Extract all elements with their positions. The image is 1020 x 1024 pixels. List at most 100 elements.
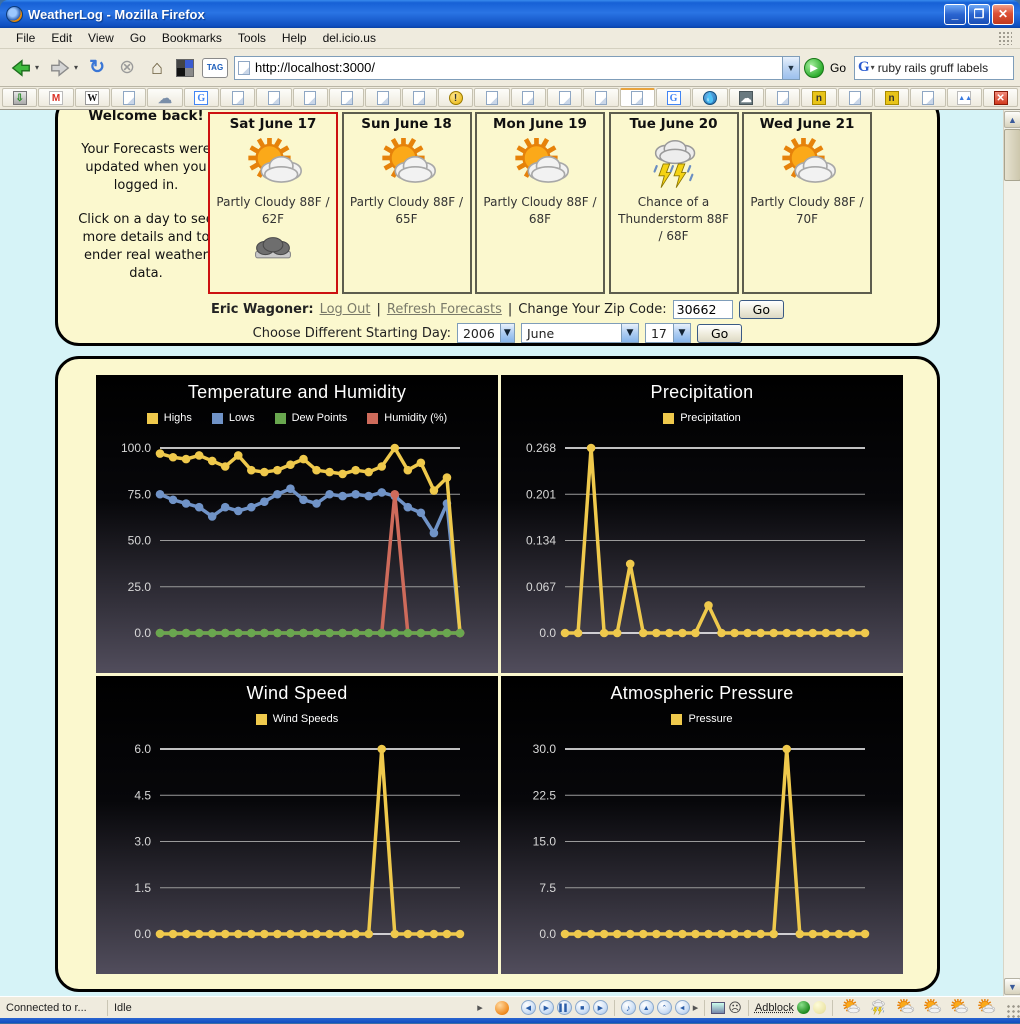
forward-button[interactable]: ▾ — [45, 53, 80, 83]
resize-grip[interactable] — [1006, 1004, 1020, 1018]
month-select[interactable]: June▼ — [521, 323, 639, 343]
bookmark-printer-icon[interactable]: ⇩ — [2, 88, 37, 107]
day-card-mon[interactable]: Mon June 19 Partly Cloudy 88F / 68F — [475, 112, 605, 294]
title-bar[interactable]: WeatherLog - Mozilla Firefox _ ❐ ✕ — [0, 0, 1020, 28]
bookmark-page-icon[interactable] — [329, 88, 364, 107]
bookmark-mountain-icon[interactable]: ▲▲ — [947, 88, 982, 107]
stop-icon[interactable]: ■ — [575, 1000, 590, 1015]
refresh-forecasts-link[interactable]: Refresh Forecasts — [387, 302, 502, 317]
partly-cloudy-mini-icon[interactable] — [920, 999, 944, 1016]
address-bar[interactable]: http://localhost:3000/ ▼ — [234, 56, 800, 80]
forward-dropdown-icon[interactable]: ▾ — [74, 63, 78, 72]
eject-icon[interactable]: ▲ — [639, 1000, 654, 1015]
bookmark-page-icon[interactable] — [583, 88, 618, 107]
back-dropdown-icon[interactable]: ▾ — [35, 63, 39, 72]
partly-cloudy-mini-icon[interactable] — [839, 999, 863, 1016]
bookmark-active-icon[interactable] — [620, 88, 655, 107]
bookmark-cloudgray-icon[interactable]: ☁ — [729, 88, 764, 107]
zip-go-button[interactable]: Go — [739, 300, 784, 319]
bookmark-wikipedia-icon[interactable]: W — [75, 88, 110, 107]
scrollbar-thumb[interactable] — [1004, 129, 1020, 181]
menu-help[interactable]: Help — [274, 29, 315, 47]
go-button[interactable]: Go — [830, 61, 846, 75]
bookmark-google-icon[interactable]: G — [656, 88, 691, 107]
bookmark-page-icon[interactable] — [838, 88, 873, 107]
volume-icon[interactable]: ◄ — [675, 1000, 690, 1015]
menu-go[interactable]: Go — [122, 29, 154, 47]
day-select[interactable]: 17▼ — [645, 323, 691, 343]
bookmark-page-icon[interactable] — [547, 88, 582, 107]
partly-cloudy-mini-icon[interactable] — [974, 999, 998, 1016]
back-button[interactable]: ▾ — [6, 53, 41, 83]
bookmark-page-icon[interactable] — [765, 88, 800, 107]
bookmark-page-icon[interactable] — [111, 88, 146, 107]
scroll-down-icon[interactable]: ▼ — [1004, 978, 1020, 995]
menu-bookmarks[interactable]: Bookmarks — [154, 29, 230, 47]
bookmark-page-icon[interactable] — [293, 88, 328, 107]
welcome-paragraph-2: Click on a day to see more details and t… — [70, 211, 222, 283]
foursquare-logo-icon[interactable] — [174, 53, 196, 83]
partly-cloudy-mini-icon[interactable] — [947, 999, 971, 1016]
search-input[interactable]: G ▾ ruby rails gruff labels — [854, 56, 1014, 80]
tag-icon[interactable]: TAG — [200, 53, 230, 83]
bookmark-alert-icon[interactable]: ! — [438, 88, 473, 107]
stop-icon[interactable]: ⊗ — [114, 53, 140, 83]
restore-button[interactable]: ❐ — [968, 4, 990, 25]
bookmark-page-icon[interactable] — [474, 88, 509, 107]
bookmark-close-icon[interactable]: ✕ — [983, 88, 1018, 107]
scroll-up-icon[interactable]: ▲ — [1004, 111, 1020, 128]
bookmark-cloud-icon[interactable]: ☁ — [147, 88, 182, 107]
bookmark-page-icon[interactable] — [511, 88, 546, 107]
reload-icon[interactable]: ↻ — [84, 53, 110, 83]
day-card-tue[interactable]: Tue June 20 Chance of a Thunderstorm 88F… — [609, 112, 739, 294]
zip-code-input[interactable] — [673, 300, 733, 319]
bookmark-page-icon[interactable] — [402, 88, 437, 107]
next-track-icon[interactable]: ▶ — [593, 1000, 608, 1015]
vertical-scrollbar[interactable]: ▲ ▼ — [1003, 110, 1020, 996]
search-query-text[interactable]: ruby rails gruff labels — [878, 61, 989, 75]
day-card-wed[interactable]: Wed June 21 Partly Cloudy 88F / 70F — [742, 112, 872, 294]
day-card-sat[interactable]: Sat June 17 Partly Cloudy 88F / 62F — [208, 112, 338, 294]
menu-tools[interactable]: Tools — [230, 29, 274, 47]
partly-cloudy-mini-icon[interactable] — [893, 999, 917, 1016]
bookmark-google-icon[interactable]: G — [184, 88, 219, 107]
minimize-button[interactable]: _ — [944, 4, 966, 25]
adblock-label[interactable]: Adblock — [755, 1002, 794, 1014]
bookmark-page-icon[interactable] — [256, 88, 291, 107]
bookmark-n-icon[interactable]: n — [801, 88, 836, 107]
bookmark-page-icon[interactable] — [220, 88, 255, 107]
bookmark-n-icon[interactable]: n — [874, 88, 909, 107]
more-arrow-icon[interactable]: ▸ — [693, 1001, 699, 1014]
collapse-icon[interactable]: ⌃ — [657, 1000, 672, 1015]
bookmark-gmail-icon[interactable]: M — [38, 88, 73, 107]
moon-status-icon[interactable] — [813, 1001, 826, 1014]
day-card-sun[interactable]: Sun June 18 Partly Cloudy 88F / 65F — [342, 112, 472, 294]
google-search-icon[interactable]: G — [858, 59, 870, 76]
thunderstorm-mini-icon[interactable] — [866, 999, 890, 1016]
search-engine-dropdown-icon[interactable]: ▾ — [871, 63, 875, 72]
menu-view[interactable]: View — [80, 29, 122, 47]
start-day-go-button[interactable]: Go — [697, 324, 742, 343]
play-icon[interactable]: ▶ — [539, 1000, 554, 1015]
expander-arrow-icon[interactable]: ▸ — [471, 1000, 489, 1016]
url-dropdown-icon[interactable]: ▼ — [782, 57, 799, 79]
foxytunes-icon[interactable] — [489, 1000, 515, 1016]
close-button[interactable]: ✕ — [992, 4, 1014, 25]
previous-track-icon[interactable]: ◀ — [521, 1000, 536, 1015]
window-media-icon[interactable] — [711, 1002, 725, 1014]
bookmark-page-icon[interactable] — [365, 88, 400, 107]
menu-edit[interactable]: Edit — [43, 29, 80, 47]
logout-link[interactable]: Log Out — [320, 302, 371, 317]
menu-delicious[interactable]: del.icio.us — [315, 29, 384, 47]
home-icon[interactable]: ⌂ — [144, 53, 170, 83]
pause-icon[interactable]: ▌▌ — [557, 1000, 572, 1015]
go-arrow-icon[interactable]: ▶ — [804, 58, 824, 78]
bookmark-page-icon[interactable] — [910, 88, 945, 107]
music-note-icon[interactable]: ♪ — [621, 1000, 636, 1015]
year-select[interactable]: 2006▼ — [457, 323, 515, 343]
menu-file[interactable]: File — [8, 29, 43, 47]
url-text[interactable]: http://localhost:3000/ — [250, 60, 782, 75]
bookmark-drupal-icon[interactable]: 💧 — [692, 88, 727, 107]
adblock-status-icon[interactable] — [797, 1001, 810, 1014]
sad-face-icon[interactable]: ☹ — [728, 1000, 742, 1016]
